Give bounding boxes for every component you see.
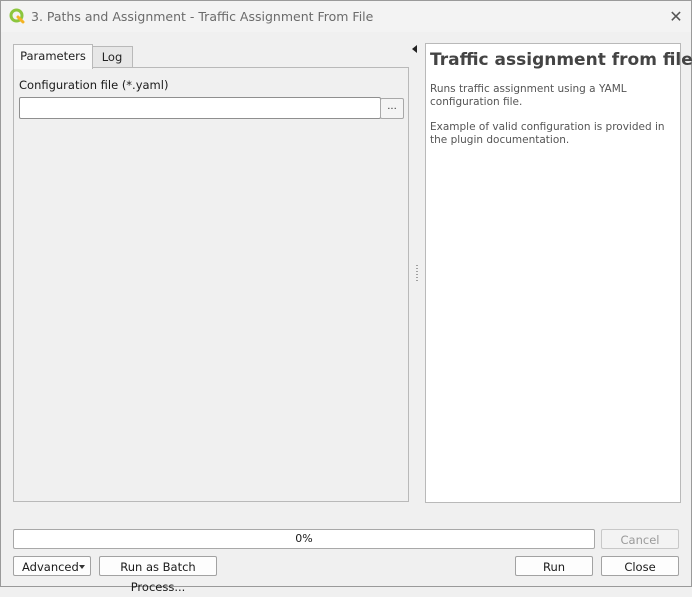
config-file-label: Configuration file (*.yaml) [19, 78, 169, 92]
window-title: 3. Paths and Assignment - Traffic Assign… [31, 9, 374, 24]
cancel-button[interactable]: Cancel [601, 529, 679, 549]
close-button[interactable]: Close [601, 556, 679, 576]
tab-log[interactable]: Log [91, 46, 133, 68]
splitter-handle-icon[interactable] [416, 265, 418, 283]
progress-bar: 0% [13, 529, 595, 549]
advanced-label: Advanced [22, 560, 79, 574]
close-icon[interactable]: ✕ [666, 7, 686, 27]
qgis-logo-icon [9, 8, 25, 24]
chevron-down-icon [79, 565, 85, 569]
help-panel: Traffic assignment from file Runs traffi… [425, 43, 692, 503]
run-button[interactable]: Run [515, 556, 593, 576]
help-title: Traffic assignment from file [430, 50, 692, 70]
dialog-window: 3. Paths and Assignment - Traffic Assign… [0, 0, 692, 594]
progress-text: 0% [295, 532, 313, 545]
parameters-panel: Configuration file (*.yaml) ... [13, 67, 409, 502]
browse-button[interactable]: ... [380, 98, 404, 119]
help-example-note: Example of valid configuration is provid… [430, 121, 665, 146]
collapse-arrow-icon[interactable] [412, 45, 417, 53]
run-batch-button[interactable]: Run as Batch Process... [99, 556, 217, 594]
advanced-dropdown[interactable]: Advanced [13, 556, 91, 576]
tab-parameters[interactable]: Parameters [13, 44, 93, 69]
title-bar: 3. Paths and Assignment - Traffic Assign… [1, 1, 691, 32]
config-file-input[interactable] [19, 97, 381, 119]
help-description: Runs traffic assignment using a YAML con… [430, 83, 627, 108]
